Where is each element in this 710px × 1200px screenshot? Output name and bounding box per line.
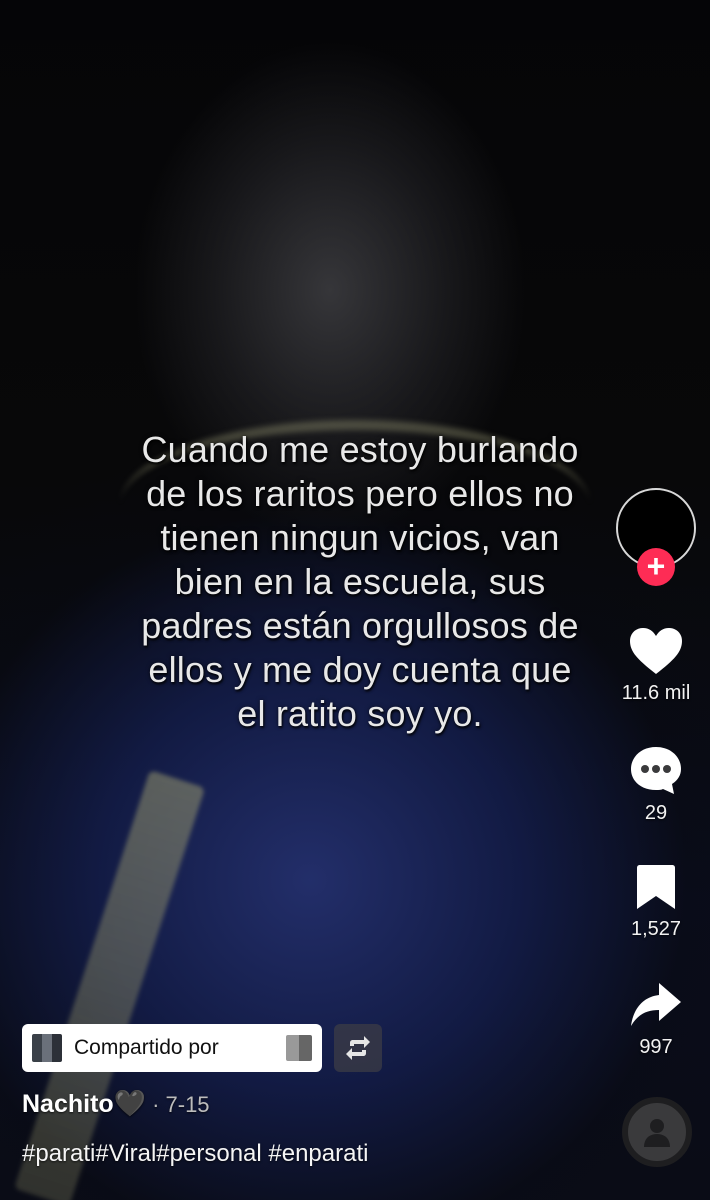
post-date: · 7-15 [152, 1092, 210, 1117]
author-line: Nachito🖤 · 7-15 [22, 1088, 210, 1119]
repost-icon [346, 1036, 370, 1060]
author-heart-emoji: 🖤 [113, 1088, 147, 1118]
share-button[interactable]: 997 [610, 980, 702, 1059]
share-count: 997 [639, 1036, 673, 1058]
sharer-avatar [32, 1034, 62, 1062]
save-button[interactable]: 1,527 [610, 862, 702, 941]
jacket-zipper [14, 770, 206, 1200]
sharer-thumbnail [286, 1035, 312, 1061]
music-disc-icon [644, 1119, 670, 1147]
shared-by-bar[interactable]: Compartido por [22, 1024, 322, 1072]
post-hashtags[interactable]: #parati#Viral#personal #enparati [22, 1140, 368, 1168]
video-screen[interactable]: Cuando me estoy burlando de los raritos … [0, 0, 710, 1200]
shared-by-label: Compartido por [74, 1036, 219, 1059]
bookmark-icon [637, 865, 675, 909]
comment-count: 29 [644, 802, 668, 824]
comment-bubble-icon [631, 747, 681, 794]
save-count: 1,527 [630, 918, 682, 940]
repost-button[interactable] [334, 1024, 382, 1072]
video-text-overlay: Cuando me estoy burlando de los raritos … [141, 429, 579, 734]
share-arrow-icon [631, 983, 681, 1026]
like-button[interactable]: 11.6 mil [610, 626, 702, 705]
follow-button[interactable]: + [637, 548, 675, 586]
author-name[interactable]: Nachito [22, 1090, 114, 1118]
heart-icon [630, 628, 682, 674]
like-count: 11.6 mil [621, 682, 691, 704]
comment-button[interactable]: 29 [610, 744, 702, 825]
music-disc[interactable] [622, 1097, 692, 1167]
